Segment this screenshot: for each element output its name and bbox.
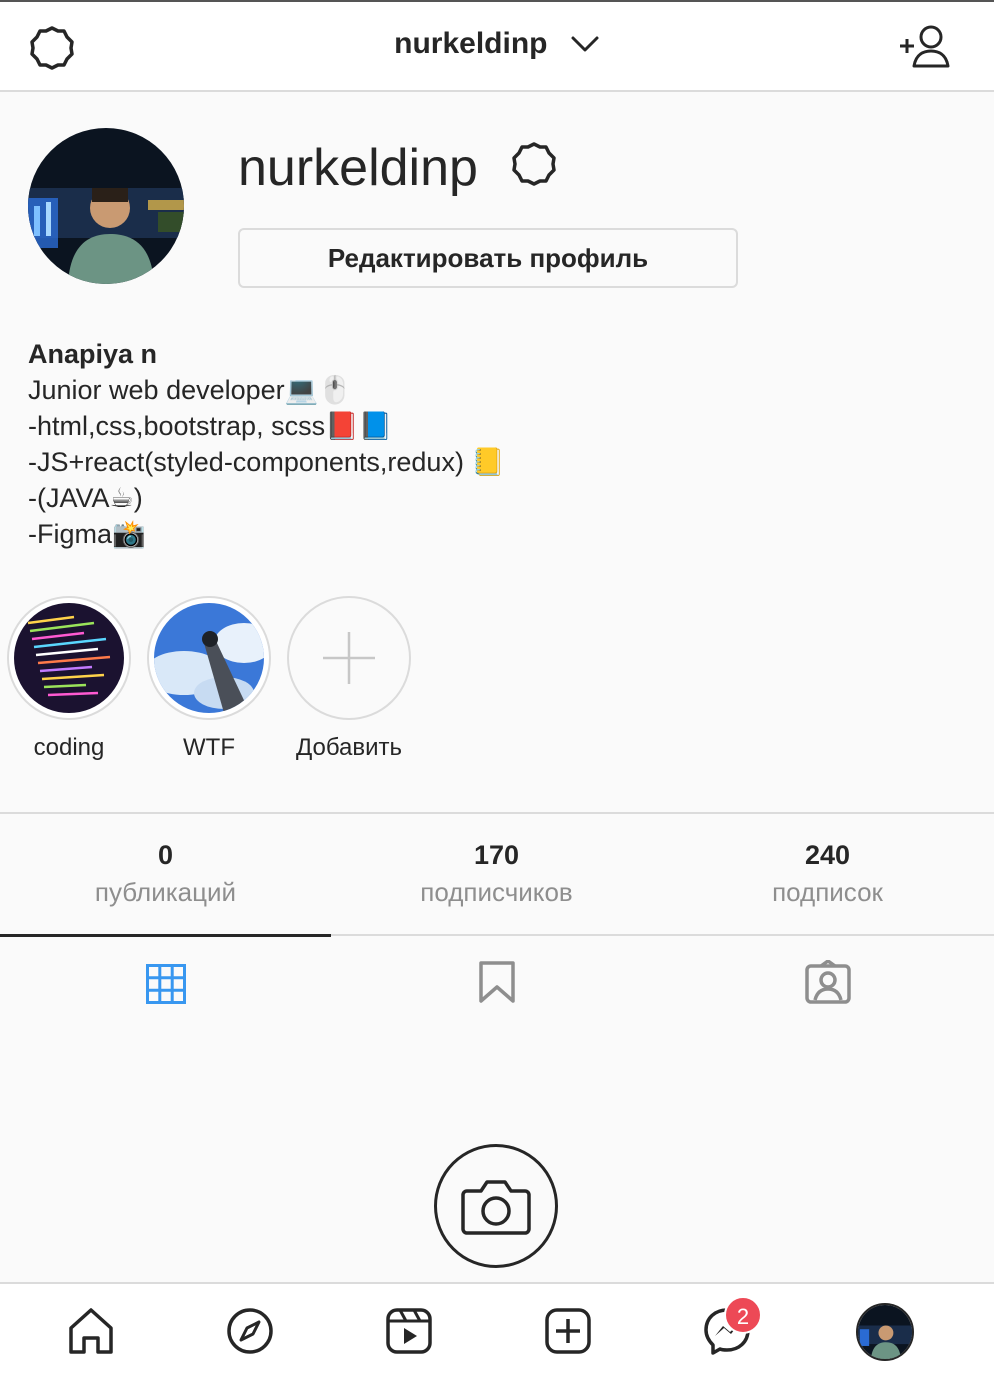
- highlight-label: Добавить: [295, 734, 403, 761]
- bio-line: Junior web developer💻🖱️: [28, 375, 352, 405]
- bio-line: -Figma📸: [28, 519, 146, 549]
- new-post-icon[interactable]: [543, 1306, 593, 1356]
- highlight-add-ring: [287, 596, 411, 720]
- bio-line: -html,css,bootstrap, scss📕📘: [28, 411, 393, 441]
- tab-tagged[interactable]: [662, 934, 993, 1030]
- highlight-add[interactable]: Добавить: [286, 596, 412, 762]
- profile-settings-icon[interactable]: [510, 140, 558, 188]
- chevron-down-icon: [571, 36, 599, 52]
- stat-following[interactable]: 240 подписок: [662, 840, 993, 908]
- home-icon[interactable]: [66, 1306, 116, 1356]
- stat-value: 240: [804, 840, 851, 870]
- username-switcher[interactable]: nurkeldinp: [0, 26, 994, 61]
- stat-value: 170: [473, 840, 520, 870]
- stat-label: подписок: [772, 877, 883, 907]
- highlight-ring: [7, 596, 131, 720]
- share-photo-button[interactable]: [434, 1144, 558, 1268]
- highlight-thumbnail: [14, 603, 124, 713]
- bio-line: -JS+react(styled-components,redux) 📒: [28, 447, 506, 477]
- story-highlights: coding WTF Добавить: [0, 596, 994, 776]
- edit-profile-button[interactable]: Редактировать профиль: [238, 228, 738, 288]
- highlight-label: WTF: [183, 734, 235, 761]
- highlight-thumbnail: [154, 603, 264, 713]
- profile-stats: 0 публикаций 170 подписчиков 240 подписо…: [0, 812, 994, 936]
- highlight-wtf[interactable]: WTF: [146, 596, 272, 762]
- messages-badge: 2: [724, 1296, 762, 1334]
- stat-posts: 0 публикаций: [0, 840, 331, 908]
- explore-icon[interactable]: [225, 1306, 275, 1356]
- tab-posts[interactable]: [0, 934, 331, 1030]
- highlight-ring: [147, 596, 271, 720]
- profile-avatar[interactable]: [28, 128, 184, 284]
- grid-icon: [145, 963, 186, 1004]
- reels-icon[interactable]: [384, 1306, 434, 1356]
- bookmark-icon: [478, 961, 515, 1003]
- stat-followers[interactable]: 170 подписчиков: [331, 840, 662, 908]
- highlight-label: coding: [33, 734, 105, 761]
- stat-label: подписчиков: [420, 877, 573, 907]
- header-username: nurkeldinp: [394, 27, 548, 61]
- plus-icon: [323, 632, 375, 684]
- add-user-icon[interactable]: [898, 24, 952, 70]
- stat-value: 0: [157, 840, 174, 870]
- tagged-icon: [804, 960, 851, 1004]
- tab-saved[interactable]: [331, 934, 662, 1030]
- profile-tabs: [0, 934, 994, 1030]
- top-bar: nurkeldinp: [0, 0, 994, 92]
- camera-icon: [461, 1180, 531, 1235]
- nav-profile-avatar[interactable]: [856, 1303, 914, 1361]
- highlight-coding[interactable]: coding: [6, 596, 132, 762]
- bio-name: Anapiya n: [28, 339, 158, 369]
- bio-line: -(JAVA☕): [28, 483, 143, 513]
- bottom-nav: [0, 1282, 994, 1374]
- stat-label: публикаций: [94, 877, 237, 907]
- bio: Anapiya n Junior web developer💻🖱️ -html,…: [28, 336, 505, 552]
- profile-username: nurkeldinp: [238, 139, 478, 197]
